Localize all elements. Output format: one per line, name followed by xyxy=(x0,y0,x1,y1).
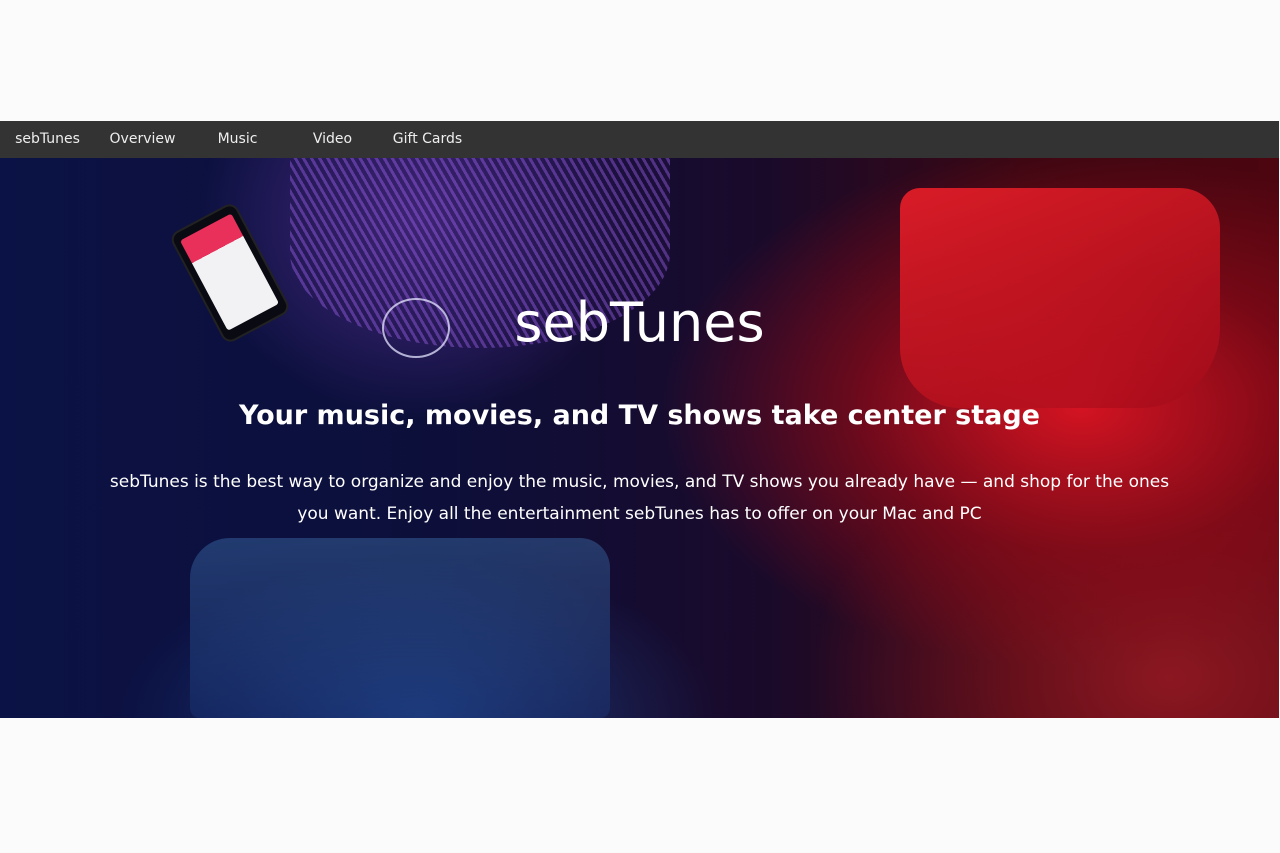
nav-brand-link[interactable]: sebTunes xyxy=(0,121,95,158)
hero-banner: sebTunes Your music, movies, and TV show… xyxy=(0,158,1279,718)
hero-image-pillow xyxy=(190,538,610,718)
page: sebTunes Overview Music Video Gift Cards… xyxy=(0,0,1280,853)
hero-description: sebTunes is the best way to organize and… xyxy=(109,472,1170,524)
hero-title: sebTunes xyxy=(514,291,765,354)
nav-item-music[interactable]: Music xyxy=(190,121,285,158)
top-navbar: sebTunes Overview Music Video Gift Cards xyxy=(0,121,1279,158)
hero-subtitle: Your music, movies, and TV shows take ce… xyxy=(239,400,1040,431)
nav-item-gift-cards[interactable]: Gift Cards xyxy=(380,121,475,158)
nav-item-overview[interactable]: Overview xyxy=(95,121,190,158)
nav-item-video[interactable]: Video xyxy=(285,121,380,158)
